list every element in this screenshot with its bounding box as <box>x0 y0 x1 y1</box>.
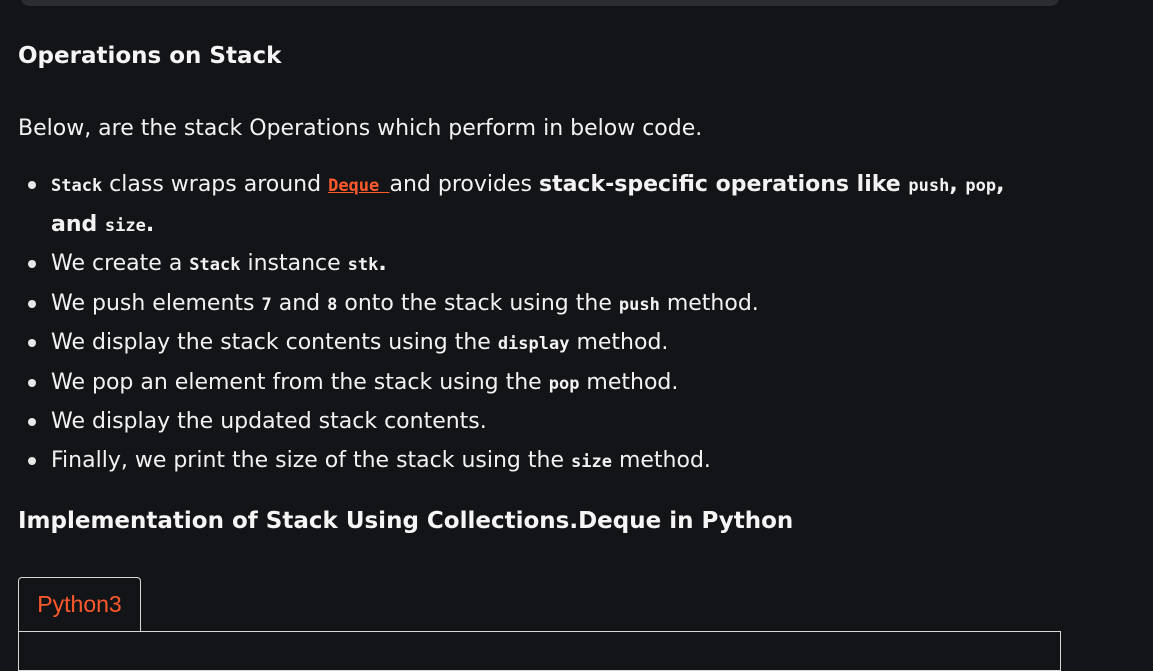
list-text: We push elements <box>51 290 262 316</box>
inline-code: push <box>618 294 660 315</box>
list-text: and <box>271 290 328 316</box>
list-item: We pop an element from the stack using t… <box>26 364 1056 404</box>
bold-text: . <box>378 251 387 276</box>
inline-code: 7 <box>261 294 272 315</box>
list-text: We display the stack contents using the <box>51 330 498 355</box>
list-item: We create a Stack instance stk. <box>26 245 1056 285</box>
inline-code: size <box>571 451 612 472</box>
inline-code: pop <box>548 373 580 394</box>
list-text: method. <box>569 330 669 355</box>
list-text: instance <box>240 251 348 276</box>
list-text: method. <box>659 290 759 316</box>
inline-code: Stack <box>51 176 103 196</box>
top-code-block-edge <box>20 0 1060 6</box>
list-text: Finally, we print the size of the stack … <box>51 447 571 473</box>
inline-code: display <box>497 334 570 354</box>
inline-code: 8 <box>327 294 338 315</box>
list-text: method. <box>611 447 711 473</box>
list-text: method. <box>579 369 679 395</box>
list-item: We display the updated stack contents. <box>26 403 1056 442</box>
list-item: Finally, we print the size of the stack … <box>26 442 1056 482</box>
list-text: We pop an element from the stack using t… <box>51 369 549 395</box>
section-heading-operations: Operations on Stack <box>18 43 282 69</box>
list-item: We push elements 7 and 8 onto the stack … <box>26 285 1056 325</box>
code-block-frame <box>18 631 1061 671</box>
inline-code: push <box>908 176 950 196</box>
list-text: onto the stack using the <box>337 290 619 316</box>
section-heading-implementation: Implementation of Stack Using Collection… <box>18 508 794 534</box>
inline-code: pop <box>965 176 997 196</box>
list-text: and provides <box>389 172 539 197</box>
inline-code: size <box>104 215 146 236</box>
operations-list: Stack class wraps around Deque and provi… <box>26 166 1056 481</box>
list-text: We display the updated stack contents. <box>51 409 487 434</box>
bold-text: , <box>949 172 966 197</box>
intro-paragraph: Below, are the stack Operations which pe… <box>18 116 703 141</box>
bold-text: . <box>145 211 155 237</box>
list-text: We create a <box>51 251 190 276</box>
list-item: Stack class wraps around Deque and provi… <box>26 166 1056 245</box>
list-item: We display the stack contents using the … <box>26 324 1056 364</box>
deque-link[interactable]: Deque <box>328 176 389 196</box>
list-text: class wraps around <box>102 172 329 197</box>
inline-code: Stack <box>189 255 241 275</box>
tab-python3[interactable]: Python3 <box>18 577 141 631</box>
bold-text: stack-specific operations like <box>538 172 909 197</box>
inline-code: stk <box>347 255 379 275</box>
